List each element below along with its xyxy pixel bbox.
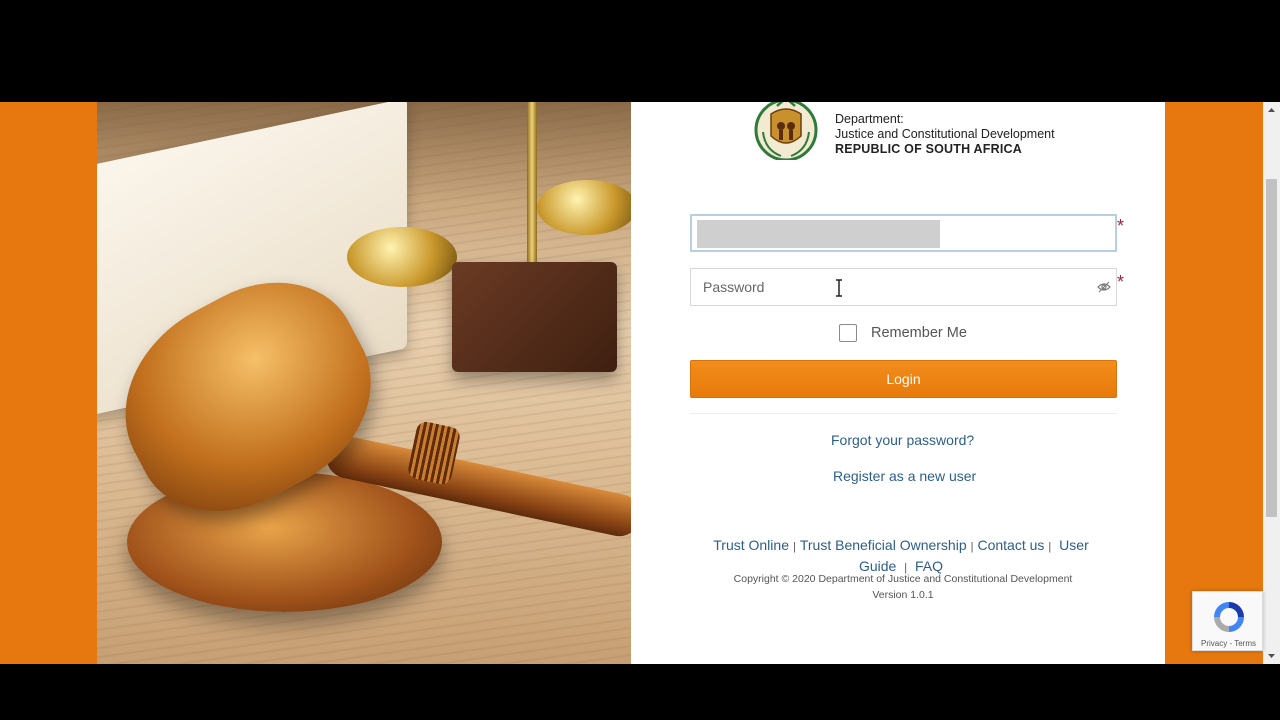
remember-me-checkbox[interactable] — [839, 324, 857, 342]
footer-link-faq[interactable]: FAQ — [915, 558, 943, 574]
form-divider — [690, 413, 1117, 414]
recaptcha-badge[interactable]: Privacy - Terms — [1192, 591, 1263, 651]
password-input[interactable] — [691, 269, 1116, 305]
forgot-password-link[interactable]: Forgot your password? — [831, 432, 974, 448]
remember-me[interactable]: Remember Me — [839, 324, 967, 342]
department-label: Department: — [835, 112, 904, 126]
hero-gavel-image — [97, 102, 631, 664]
login-panel: Department: Justice and Constitutional D… — [631, 102, 1165, 664]
vertical-scrollbar[interactable] — [1263, 102, 1280, 664]
remember-me-label[interactable]: Remember Me — [871, 325, 967, 341]
scroll-down-arrow-icon[interactable] — [1263, 647, 1280, 664]
copyright-text: Copyright © 2020 Department of Justice a… — [733, 573, 1073, 585]
court-emblem-icon — [754, 102, 818, 160]
footer-link-trust-online[interactable]: Trust Online — [713, 537, 789, 553]
redacted-username — [697, 220, 940, 248]
department-name: Justice and Constitutional Development — [835, 127, 1055, 141]
page-viewport: Department: Justice and Constitutional D… — [0, 102, 1263, 664]
password-required-marker: * — [1117, 272, 1125, 292]
footer-link-contact-us[interactable]: Contact us — [977, 537, 1044, 553]
recaptcha-icon — [1214, 602, 1244, 632]
footer-separator: | — [1048, 541, 1052, 553]
footer-link-trust-beneficial-ownership[interactable]: Trust Beneficial Ownership — [800, 537, 967, 553]
text-cursor-icon — [836, 279, 842, 297]
password-field[interactable] — [690, 268, 1117, 306]
footer-links: Trust Online | Trust Beneficial Ownership |… — [701, 536, 1101, 578]
version-text: Version 1.0.1 — [872, 589, 934, 601]
username-required-marker: * — [1117, 216, 1125, 236]
scroll-up-arrow-icon[interactable] — [1263, 102, 1280, 119]
country-name: REPUBLIC OF SOUTH AFRICA — [835, 142, 1022, 156]
video-letterbox-top — [0, 0, 1280, 102]
footer-separator: | — [792, 541, 796, 553]
login-button[interactable]: Login — [690, 360, 1117, 398]
username-field[interactable] — [690, 214, 1117, 252]
register-link[interactable]: Register as a new user — [833, 468, 976, 484]
scrollbar-thumb[interactable] — [1266, 179, 1277, 517]
footer-separator: | — [970, 541, 974, 553]
recaptcha-privacy-terms[interactable]: Privacy - Terms — [1193, 639, 1264, 648]
video-letterbox-bottom — [0, 664, 1280, 720]
department-branding: Department: Justice and Constitutional D… — [751, 102, 1071, 164]
eye-icon[interactable] — [1097, 280, 1111, 294]
